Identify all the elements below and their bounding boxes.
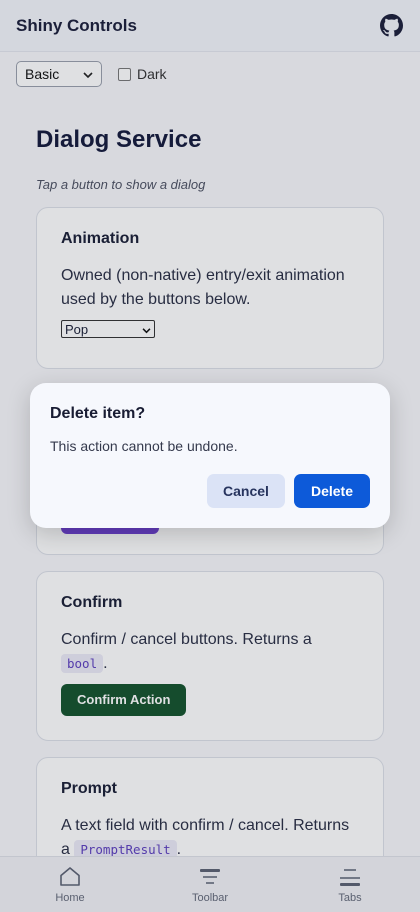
dialog-message: This action cannot be undone. xyxy=(50,438,238,454)
delete-dialog: Delete item? This action cannot be undon… xyxy=(30,383,390,528)
dialog-title: Delete item? xyxy=(50,405,146,422)
cancel-button[interactable]: Cancel xyxy=(207,474,285,508)
delete-button[interactable]: Delete xyxy=(294,474,370,508)
dialog-actions: Cancel Delete xyxy=(207,474,370,508)
